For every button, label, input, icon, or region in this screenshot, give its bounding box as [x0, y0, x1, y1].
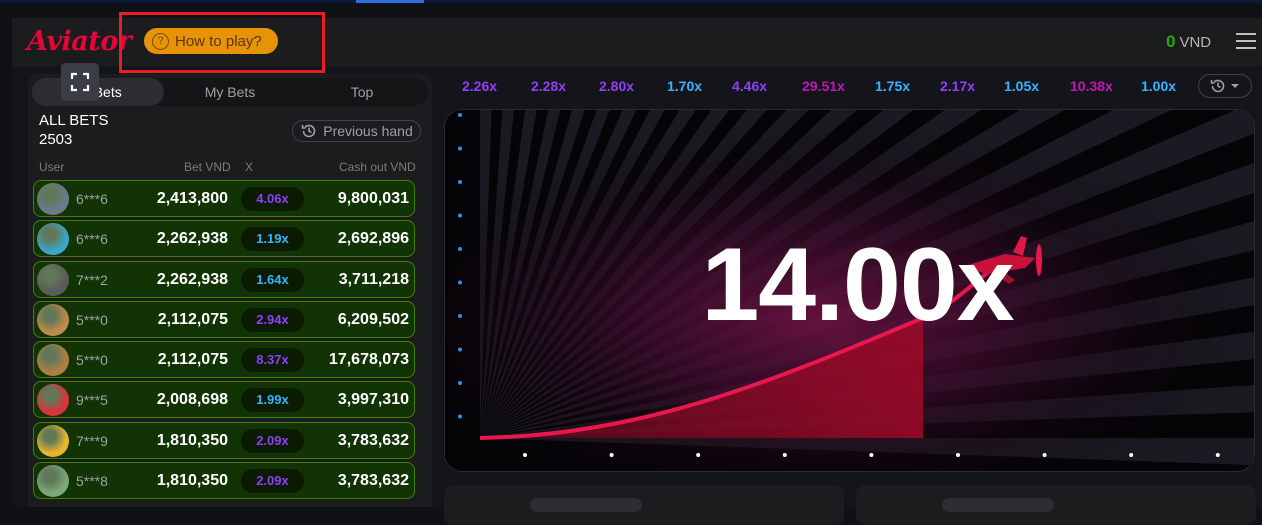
current-multiplier: 14.00x: [701, 227, 1014, 343]
bet-multiplier: 8.37x: [241, 348, 304, 373]
avatar: [37, 263, 69, 296]
history-multiplier: 2.28x: [531, 78, 567, 94]
multiplier-history: 2.26x 2.28x 2.80x 1.70x 4.46x 29.51x 1.75x 2.17…: [444, 74, 1256, 102]
history-multiplier: 4.46x: [732, 78, 768, 94]
col-bet: Bet VND: [184, 160, 231, 174]
previous-hand-label: Previous hand: [323, 123, 413, 139]
all-bets-count: 2503: [39, 131, 73, 148]
bet-multiplier: 4.06x: [241, 187, 304, 211]
avatar: [37, 303, 69, 336]
bet-auto-toggle-1[interactable]: [530, 498, 642, 512]
avatar: [37, 344, 69, 377]
bet-row: 7***9 1,810,350 2.09x 3,783,632: [33, 421, 415, 459]
avatar: [37, 183, 69, 215]
avatar: [37, 424, 69, 457]
bet-user: 7***2: [76, 271, 108, 288]
bet-amount: 1,810,350: [156, 472, 228, 490]
bet-row: 6***6 2,262,938 1.19x 2,692,896: [33, 220, 415, 258]
hamburger-menu-icon[interactable]: [1236, 33, 1256, 49]
bet-amount: 2,262,938: [156, 230, 228, 248]
bet-user: 5***8: [76, 473, 108, 490]
bet-row: 9***5 2,008,698 1.99x 3,997,310: [33, 381, 415, 419]
history-multiplier: 1.00x: [1141, 78, 1177, 94]
history-multiplier: 1.05x: [1004, 78, 1040, 94]
history-multiplier: 2.26x: [462, 78, 498, 94]
game-stage: 14.00x: [444, 109, 1255, 472]
bet-cashout: 6,209,502: [337, 310, 409, 328]
bets-panel: All Bets My Bets Top ALL BETS 2503 Previ…: [28, 74, 432, 507]
active-tab-indicator: [356, 0, 424, 3]
history-multiplier: 2.80x: [599, 78, 635, 94]
tab-top[interactable]: Top: [296, 78, 428, 106]
bet-row: 5***0 2,112,075 2.94x 6,209,502: [33, 300, 415, 338]
tab-my-bets[interactable]: My Bets: [164, 78, 296, 106]
highlight-box: [119, 12, 325, 73]
all-bets-heading: ALL BETS 2503: [39, 111, 108, 149]
bet-cashout: 2,692,896: [337, 230, 409, 248]
history-multiplier: 1.75x: [875, 78, 911, 94]
bet-panel-2: [856, 485, 1256, 525]
browser-top-strip: [0, 0, 1262, 3]
bet-user: 7***9: [76, 432, 108, 449]
bet-multiplier: 2.09x: [241, 469, 304, 494]
header-bar: Aviator ? How to play? 0 VND: [12, 12, 1262, 73]
bet-user: 5***0: [76, 352, 108, 369]
col-user: User: [39, 160, 65, 174]
bet-multiplier: 1.99x: [241, 388, 304, 413]
chevron-down-icon: [1231, 84, 1239, 88]
bet-row: 5***8 1,810,350 2.09x 3,783,632: [33, 462, 415, 500]
aviator-logo: Aviator: [27, 26, 132, 57]
history-multiplier: 1.70x: [667, 78, 703, 94]
avatar: [37, 223, 69, 256]
bet-row: 6***6 2,413,800 4.06x 9,800,031: [33, 180, 415, 217]
bet-multiplier: 2.09x: [241, 428, 304, 453]
previous-hand-button[interactable]: Previous hand: [292, 120, 421, 142]
all-bets-title: ALL BETS: [39, 112, 109, 129]
bet-multiplier: 2.94x: [241, 307, 304, 332]
col-x: X: [245, 160, 254, 174]
bet-cashout: 3,711,218: [338, 270, 409, 288]
history-multiplier: 2.17x: [940, 78, 976, 94]
history-icon: [301, 124, 316, 138]
game-area: 2.26x 2.28x 2.80x 1.70x 4.46x 29.51x 1.75x 2.17…: [444, 74, 1256, 525]
avatar: [37, 465, 69, 498]
bet-cashout: 9,800,031: [337, 190, 409, 207]
bet-auto-toggle-2[interactable]: [942, 498, 1054, 512]
bet-multiplier: 1.19x: [241, 227, 304, 252]
bet-amount: 1,810,350: [156, 431, 228, 449]
bet-user: 6***6: [76, 231, 108, 248]
bet-amount: 2,413,800: [156, 190, 228, 207]
col-cashout: Cash out VND: [339, 160, 416, 174]
bet-amount: 2,262,938: [156, 270, 228, 288]
balance: 0 VND: [1166, 32, 1211, 52]
bet-amount: 2,112,075: [157, 310, 228, 328]
bet-cashout: 3,783,632: [337, 431, 409, 449]
bets-list: 6***6 2,413,800 4.06x 9,800,031 6***6 2,262,9…: [33, 180, 415, 502]
bet-user: 9***5: [76, 392, 108, 409]
bet-row: 7***2 2,262,938 1.64x 3,711,218: [33, 260, 415, 298]
bet-cashout: 3,997,310: [337, 391, 409, 409]
history-icon: [1210, 79, 1225, 93]
aviator-app: Aviator ? How to play? 0VND All Bets My …: [12, 12, 1262, 525]
bet-multiplier: 1.64x: [241, 267, 304, 292]
bet-cashout: 3,783,632: [337, 472, 409, 490]
bet-user: 6***6: [76, 191, 108, 207]
bet-cashout: 17,678,073: [328, 351, 409, 369]
fullscreen-icon[interactable]: [61, 63, 99, 101]
history-multiplier: 29.51x: [802, 78, 845, 94]
avatar: [37, 384, 69, 417]
bet-user: 5***0: [76, 311, 108, 328]
bet-row: 5***0 2,112,075 8.37x 17,678,073: [33, 341, 415, 379]
bet-amount: 2,008,698: [156, 391, 228, 409]
balance-currency: VND: [1179, 34, 1212, 51]
history-multiplier: 10.38x: [1070, 78, 1113, 94]
bet-panel-1: [444, 485, 844, 525]
bet-amount: 2,112,075: [157, 351, 228, 369]
balance-amount: 0: [1166, 32, 1176, 51]
history-toggle-button[interactable]: [1198, 74, 1252, 98]
